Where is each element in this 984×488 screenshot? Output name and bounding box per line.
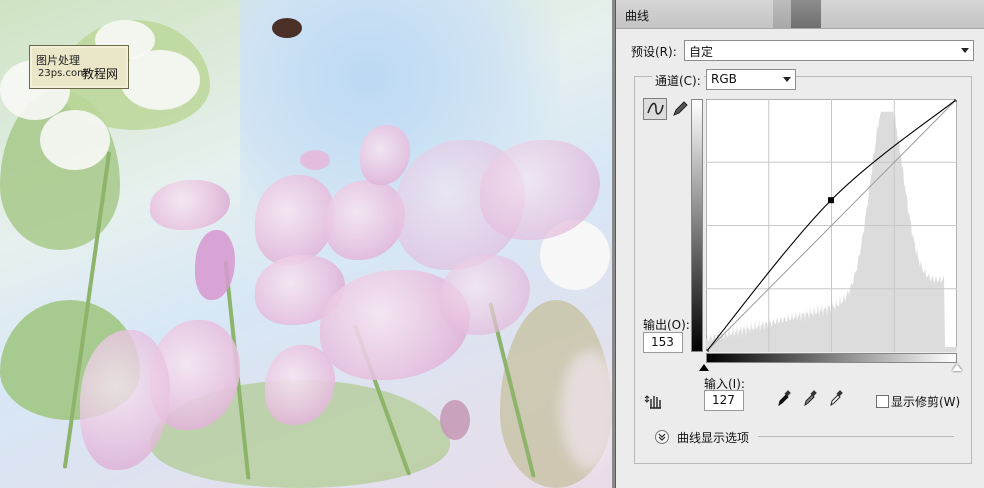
curve-control-point[interactable] xyxy=(954,99,957,102)
pencil-icon xyxy=(673,101,688,116)
channel-select[interactable]: RGB xyxy=(706,69,796,90)
curve-control-point[interactable] xyxy=(706,349,709,352)
flower-bud xyxy=(300,150,330,170)
output-label: 输出(O): xyxy=(643,318,690,332)
watermark-line1: 图片处理 xyxy=(36,54,80,67)
hand-adjust-icon xyxy=(644,395,661,409)
preset-value: 自定 xyxy=(689,45,714,59)
curve-edit-icon xyxy=(647,102,664,115)
dialog-title: 曲线 xyxy=(625,9,650,23)
photo-canvas: 图片处理 23ps.com 教程网 xyxy=(0,0,612,488)
white-blossom xyxy=(40,110,110,170)
gray-eyedropper-button[interactable] xyxy=(803,390,817,407)
show-clipping-checkbox[interactable] xyxy=(876,395,889,408)
input-field[interactable]: 127 xyxy=(704,390,744,411)
channel-label: 通道(C): xyxy=(652,72,704,89)
curve-control-point[interactable] xyxy=(828,197,834,204)
input-gradient-bar xyxy=(706,353,957,363)
expand-chevron-icon xyxy=(658,433,666,441)
curve-graph[interactable] xyxy=(706,99,957,352)
pencil-button[interactable] xyxy=(668,98,692,120)
options-divider xyxy=(758,436,954,437)
flower-bud xyxy=(440,400,470,440)
watermark-line2: 23ps.com xyxy=(38,68,87,79)
black-eyedropper-icon xyxy=(778,390,791,407)
chevron-down-icon xyxy=(961,48,969,53)
black-eyedropper-button[interactable] xyxy=(777,390,791,407)
channel-value: RGB xyxy=(711,72,737,86)
pink-flower xyxy=(150,180,230,230)
curve-display-options-label: 曲线显示选项 xyxy=(677,431,750,445)
bokeh-spot xyxy=(272,18,302,38)
watermark-line3: 教程网 xyxy=(82,67,119,81)
input-value: 127 xyxy=(712,393,735,407)
blur xyxy=(560,350,612,470)
white-eyedropper-button[interactable] xyxy=(829,390,843,407)
watermark-logo: 图片处理 23ps.com 教程网 xyxy=(29,45,129,89)
hand-adjust-button[interactable] xyxy=(643,390,669,412)
curve-edit-button[interactable] xyxy=(643,98,667,120)
dialog-titlebar[interactable]: 曲线 xyxy=(616,0,984,29)
black-point-slider[interactable] xyxy=(699,364,709,371)
preset-label: 预设(R): xyxy=(631,45,677,59)
show-clipping-label: 显示修剪(W) xyxy=(891,395,961,409)
chevron-down-icon xyxy=(783,77,791,82)
output-gradient-bar xyxy=(691,99,703,352)
output-value: 153 xyxy=(651,335,674,349)
preset-select[interactable]: 自定 xyxy=(684,40,974,61)
gray-eyedropper-icon xyxy=(804,390,817,407)
pink-flower xyxy=(440,255,530,335)
expand-toggle[interactable] xyxy=(655,430,669,444)
white-point-slider[interactable] xyxy=(952,364,962,371)
white-eyedropper-icon xyxy=(830,390,843,407)
titlebar-panel-dark xyxy=(791,0,821,28)
output-field[interactable]: 153 xyxy=(643,332,683,353)
